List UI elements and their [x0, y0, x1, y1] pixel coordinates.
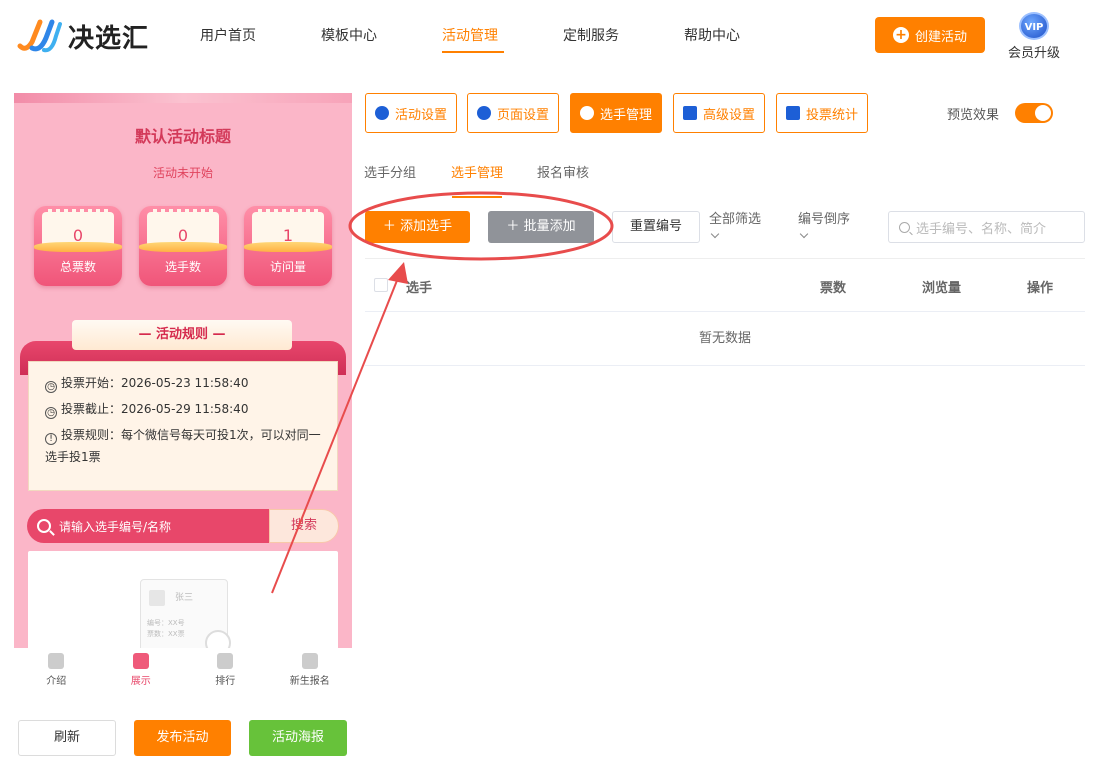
empty-document-icon: 张三 编号：XX号 票数：XX票: [140, 579, 231, 659]
preview-search-bar: 请输入选手编号/名称 搜索: [27, 509, 339, 543]
table-empty-row: 暂无数据: [365, 313, 1085, 366]
activity-poster-button[interactable]: 活动海报: [249, 720, 347, 756]
gear-icon: [476, 106, 491, 120]
star-icon: [374, 106, 389, 120]
info-icon: !: [45, 433, 57, 445]
filter-all-dropdown[interactable]: 全部筛选: [709, 212, 761, 239]
nav-item-help[interactable]: 帮助中心: [684, 25, 805, 53]
tab-vote-statistics[interactable]: 投票统计: [776, 93, 868, 133]
stat-label: 选手数: [164, 260, 201, 274]
main-nav: 用户首页 模板中心 活动管理 定制服务 帮助中心: [200, 25, 805, 53]
add-contestant-button[interactable]: ＋ 添加选手: [365, 211, 470, 243]
contestant-search-placeholder: 选手编号、名称、简介: [916, 221, 1047, 237]
tab-contestant-management[interactable]: 选手管理: [570, 93, 662, 133]
rules-box: ◷ 投票开始：2026-05-23 11:58:40 ◷ 投票截止：2026-05-…: [28, 361, 338, 491]
stat-label: 访问量: [269, 260, 306, 274]
top-navigation: 决选汇 用户首页 模板中心 活动管理 定制服务 帮助中心 + 创建活动 VIP …: [0, 0, 1105, 72]
preview-tab-ranking[interactable]: 排行: [183, 648, 268, 693]
avatar-placeholder: [149, 590, 165, 606]
stat-label: 总票数: [59, 260, 96, 274]
rules-title: — 活动规则 —: [72, 320, 292, 350]
nav-item-templates[interactable]: 模板中心: [321, 25, 442, 53]
reset-number-button[interactable]: 重置编号: [612, 211, 700, 243]
column-contestant: 选手: [406, 281, 433, 296]
placeholder-name: 张三: [175, 593, 194, 603]
subtab-contestant-groups[interactable]: 选手分组: [364, 162, 416, 181]
stat-card-contestants: 0 选手数: [139, 206, 227, 286]
subtab-registration-review[interactable]: 报名审核: [537, 162, 589, 181]
preview-activity-title: 默认活动标题: [134, 127, 231, 146]
logo-mark-icon: [17, 19, 62, 53]
preview-tab-intro[interactable]: 介绍: [14, 648, 99, 693]
clock-icon: ◷: [45, 381, 57, 393]
tab-activity-settings[interactable]: 活动设置: [365, 93, 457, 133]
publish-activity-button[interactable]: 发布活动: [134, 720, 231, 756]
plus-icon: ＋: [382, 219, 401, 234]
rule-vote-end: ◷ 投票截止：2026-05-29 11:58:40: [45, 398, 329, 420]
placeholder-details: 编号：XX号 票数：XX票: [147, 619, 185, 638]
mobile-preview: 默认活动标题 活动未开始 0 总票数 0 选手数 1 访问量 — 活动规则 — …: [14, 93, 352, 693]
heart-icon: [217, 653, 234, 669]
refresh-button[interactable]: 刷新: [18, 720, 116, 756]
users-icon: [579, 106, 594, 120]
person-icon: [48, 653, 65, 669]
search-icon: [899, 221, 910, 233]
preview-tab-showcase[interactable]: 展示: [99, 648, 184, 693]
tab-page-settings[interactable]: 页面设置: [467, 93, 559, 133]
chevron-down-icon: [799, 229, 809, 239]
preview-search-placeholder: 请输入选手编号/名称: [59, 519, 172, 534]
preview-banner: [14, 93, 352, 103]
active-subtab-indicator: [452, 196, 502, 198]
nav-item-custom-service[interactable]: 定制服务: [563, 25, 684, 53]
batch-add-button[interactable]: ＋ 批量添加: [488, 211, 594, 243]
preview-activity-status: 活动未开始: [152, 166, 213, 180]
column-votes: 票数: [820, 281, 847, 296]
contestant-table-header: 选手 票数 浏览量 操作: [365, 258, 1085, 312]
clock-icon: ◷: [45, 407, 57, 419]
preview-search-input[interactable]: 请输入选手编号/名称: [27, 509, 269, 543]
vip-badge-icon: VIP: [1019, 12, 1049, 40]
sort-dropdown[interactable]: 编号倒序: [798, 212, 850, 239]
brand-name: 决选汇: [68, 23, 150, 54]
preview-tab-signup[interactable]: 新生报名: [268, 648, 353, 693]
tag-icon: [301, 653, 318, 669]
vip-upgrade-label: 会员升级: [1007, 46, 1060, 61]
column-views: 浏览量: [922, 281, 962, 296]
nav-item-home[interactable]: 用户首页: [200, 25, 321, 53]
contestant-search-input[interactable]: 选手编号、名称、简介: [888, 211, 1085, 243]
column-actions: 操作: [1027, 281, 1054, 296]
subtab-contestant-management[interactable]: 选手管理: [451, 162, 503, 181]
select-all-checkbox[interactable]: [374, 278, 388, 292]
create-activity-label: 创建活动: [914, 29, 967, 45]
plus-icon: ＋: [506, 219, 524, 234]
preview-toggle[interactable]: [1015, 103, 1053, 123]
logo[interactable]: 决选汇: [16, 16, 149, 56]
preview-search-button[interactable]: 搜索: [269, 509, 339, 543]
search-icon: [37, 519, 51, 533]
gift-icon: [132, 653, 149, 669]
nav-item-activity-management[interactable]: 活动管理: [442, 25, 563, 53]
create-activity-button[interactable]: + 创建活动: [875, 17, 985, 53]
stat-card-visits: 1 访问量: [244, 206, 332, 286]
stat-card-total-votes: 0 总票数: [34, 206, 122, 286]
plus-circle-icon: +: [892, 27, 909, 43]
vip-upgrade[interactable]: VIP 会员升级: [1006, 12, 1062, 61]
chevron-down-icon: [710, 229, 720, 239]
rule-vote-start: ◷ 投票开始：2026-05-23 11:58:40: [45, 372, 329, 394]
tab-advanced-settings[interactable]: 高级设置: [673, 93, 765, 133]
preview-tab-bar: 介绍 展示 排行 新生报名: [14, 648, 352, 693]
bar-chart-icon: [785, 106, 800, 120]
rule-vote-policy: ! 投票规则：每个微信号每天可投1次，可以对同一选手投1票: [45, 428, 321, 464]
preview-toggle-label: 预览效果: [947, 108, 1000, 123]
sliders-icon: [682, 106, 697, 120]
